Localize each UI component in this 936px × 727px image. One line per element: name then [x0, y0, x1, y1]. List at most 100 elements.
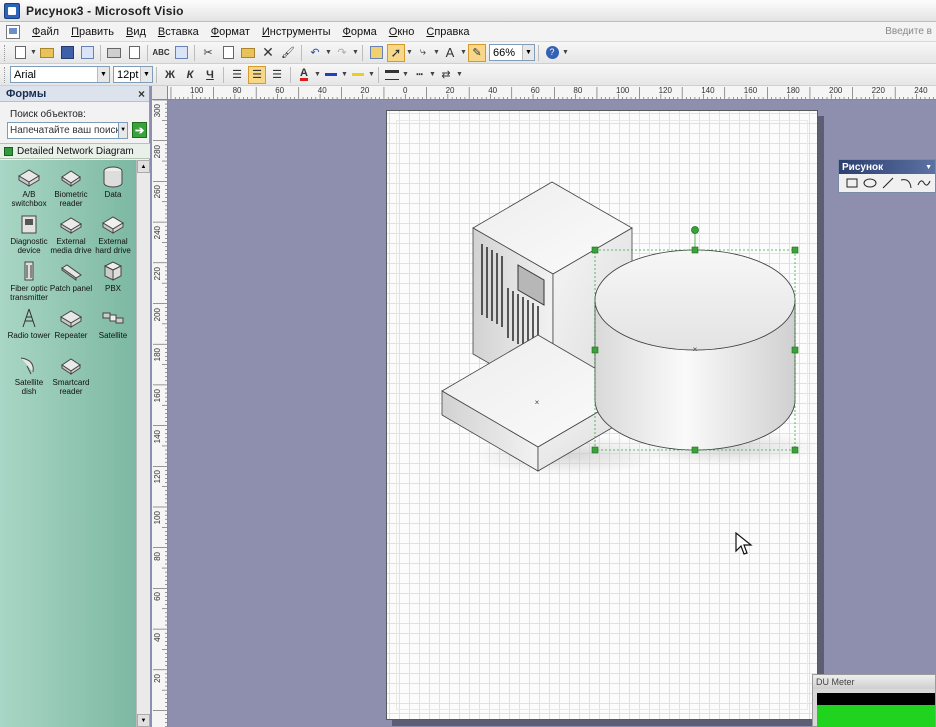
permission-button[interactable] — [78, 44, 96, 62]
chevron-down-icon[interactable]: ▼ — [119, 121, 129, 139]
line-weight-dropdown-arrow[interactable]: ▼ — [402, 66, 409, 84]
resize-handle-sw[interactable] — [591, 446, 599, 454]
stencil-shape-item[interactable]: Patch panel — [49, 260, 93, 293]
ellipse-tool-button[interactable] — [861, 175, 879, 191]
stencil-shape-item[interactable]: Smartcard reader — [49, 354, 93, 396]
menu-item[interactable]: Инструменты — [256, 26, 337, 38]
delete-button[interactable]: ✕ — [259, 44, 277, 62]
resize-handle-n[interactable] — [691, 246, 699, 254]
print-button[interactable] — [105, 44, 123, 62]
help-button[interactable]: ? — [543, 44, 561, 62]
stencil-shape-item[interactable]: External hard drive — [91, 213, 135, 255]
pointer-tool-button[interactable]: ➚ — [387, 43, 405, 62]
menu-item[interactable]: Формат — [205, 26, 256, 38]
bold-button[interactable]: Ж — [161, 66, 179, 84]
document-icon[interactable] — [6, 24, 20, 39]
search-input[interactable] — [7, 121, 119, 139]
research-button[interactable] — [172, 44, 190, 62]
align-right-button[interactable]: ☰ — [268, 66, 286, 84]
line-color-button[interactable] — [322, 66, 340, 84]
arc-tool-button[interactable] — [897, 175, 915, 191]
print-preview-button[interactable] — [125, 44, 143, 62]
stencil-scrollbar[interactable]: ▲ ▼ — [136, 160, 150, 727]
text-tool-button[interactable]: A — [441, 44, 459, 62]
connector-tool-button[interactable]: ⤷ — [414, 44, 432, 62]
du-meter-title[interactable]: DU Meter — [813, 675, 935, 689]
line-ends-button[interactable]: ⇄ — [437, 66, 455, 84]
resize-handle-w[interactable] — [591, 346, 599, 354]
menu-item[interactable]: Форма — [336, 26, 382, 38]
stencil-title-bar[interactable]: Detailed Network Diagram — [0, 143, 150, 159]
zoom-select[interactable]: 66% ▼ — [489, 44, 535, 61]
copy-button[interactable] — [219, 44, 237, 62]
menu-item[interactable]: Вставка — [152, 26, 205, 38]
scroll-up-icon[interactable]: ▲ — [137, 160, 150, 173]
drawing-area[interactable]: × × — [168, 100, 936, 727]
stencil-shape-item[interactable]: A/B switchbox — [7, 166, 51, 208]
rotation-handle[interactable] — [691, 226, 699, 234]
menu-item[interactable]: Окно — [383, 26, 421, 38]
open-button[interactable] — [38, 44, 56, 62]
line-pattern-button[interactable]: ┅ — [410, 66, 428, 84]
resize-handle-nw[interactable] — [591, 246, 599, 254]
stencil-shape-item[interactable]: Data — [91, 166, 135, 199]
toolbar-grip[interactable] — [4, 66, 7, 83]
font-size-select[interactable]: 12pt ▼ — [113, 66, 153, 83]
underline-button[interactable]: Ч — [201, 66, 219, 84]
stencil-shape-item[interactable]: PBX — [91, 260, 135, 293]
line-tool-button[interactable] — [879, 175, 897, 191]
resize-handle-se[interactable] — [791, 446, 799, 454]
drawing-toolbar-title-bar[interactable]: Рисунок ▼ — [839, 160, 935, 174]
menu-item[interactable]: Вид — [120, 26, 152, 38]
line-weight-button[interactable] — [383, 66, 401, 84]
line-pattern-dropdown-arrow[interactable]: ▼ — [429, 66, 436, 84]
stencil-shape-item[interactable]: Satellite dish — [7, 354, 51, 396]
toolbar-grip[interactable] — [4, 44, 7, 61]
line-ends-dropdown-arrow[interactable]: ▼ — [456, 66, 463, 84]
new-dropdown-arrow[interactable]: ▼ — [30, 44, 37, 62]
font-name-select[interactable]: Arial ▼ — [10, 66, 110, 83]
search-go-button[interactable]: ➔ — [132, 122, 147, 138]
font-color-dropdown-arrow[interactable]: ▼ — [314, 66, 321, 84]
connector-dropdown-arrow[interactable]: ▼ — [433, 44, 440, 62]
fill-color-dropdown-arrow[interactable]: ▼ — [368, 66, 375, 84]
stencil-shape-item[interactable]: Diagnostic device — [7, 213, 51, 255]
align-left-button[interactable]: ☰ — [228, 66, 246, 84]
resize-handle-s[interactable] — [691, 446, 699, 454]
font-color-button[interactable]: A — [295, 66, 313, 84]
undo-dropdown-arrow[interactable]: ▼ — [325, 44, 332, 62]
undo-button[interactable]: ↶ — [306, 44, 324, 62]
help-dropdown-arrow[interactable]: ▼ — [562, 44, 569, 62]
cut-button[interactable]: ✂ — [199, 44, 217, 62]
close-icon[interactable]: × — [138, 87, 145, 101]
resize-handle-e[interactable] — [791, 346, 799, 354]
save-button[interactable] — [58, 44, 76, 62]
stencil-shape-item[interactable]: Fiber optic transmitter — [7, 260, 51, 302]
visio-app-icon[interactable] — [4, 2, 20, 19]
menu-item[interactable]: Справка — [420, 26, 475, 38]
pointer-dropdown-arrow[interactable]: ▼ — [406, 44, 413, 62]
redo-button[interactable]: ↷ — [333, 44, 351, 62]
line-color-dropdown-arrow[interactable]: ▼ — [341, 66, 348, 84]
menu-item[interactable]: Править — [65, 26, 120, 38]
drawing-tools-button[interactable]: ✎ — [468, 43, 486, 62]
stencil-shape-item[interactable]: Repeater — [49, 307, 93, 340]
format-painter-button[interactable]: 🖌 — [279, 44, 297, 62]
stencil-shape-item[interactable]: Satellite — [91, 307, 135, 340]
rectangle-tool-button[interactable] — [843, 175, 861, 191]
data-cylinder-shape[interactable]: × — [594, 249, 796, 451]
new-document-button[interactable] — [11, 44, 29, 62]
help-search-box[interactable]: Введите в — [885, 26, 932, 37]
stencil-shape-item[interactable]: Biometric reader — [49, 166, 93, 208]
redo-dropdown-arrow[interactable]: ▼ — [352, 44, 359, 62]
spelling-button[interactable]: ABC — [152, 44, 170, 62]
horizontal-ruler[interactable]: 100 80 60 40 20 0 20 40 60 80 100 120 140 160 180 200 22… — [168, 86, 936, 100]
menu-item[interactable]: Файл — [26, 26, 65, 38]
chevron-down-icon[interactable]: ▼ — [925, 164, 932, 171]
align-center-button[interactable]: ☰ — [248, 65, 266, 84]
resize-handle-ne[interactable] — [791, 246, 799, 254]
paste-button[interactable] — [239, 44, 257, 62]
vertical-ruler[interactable]: 300 280 260 240 220 200 180 160 140 120 100 80 60 40 2… — [152, 100, 168, 727]
freeform-tool-button[interactable] — [915, 175, 933, 191]
stencil-shape-item[interactable]: Radio tower — [7, 307, 51, 340]
